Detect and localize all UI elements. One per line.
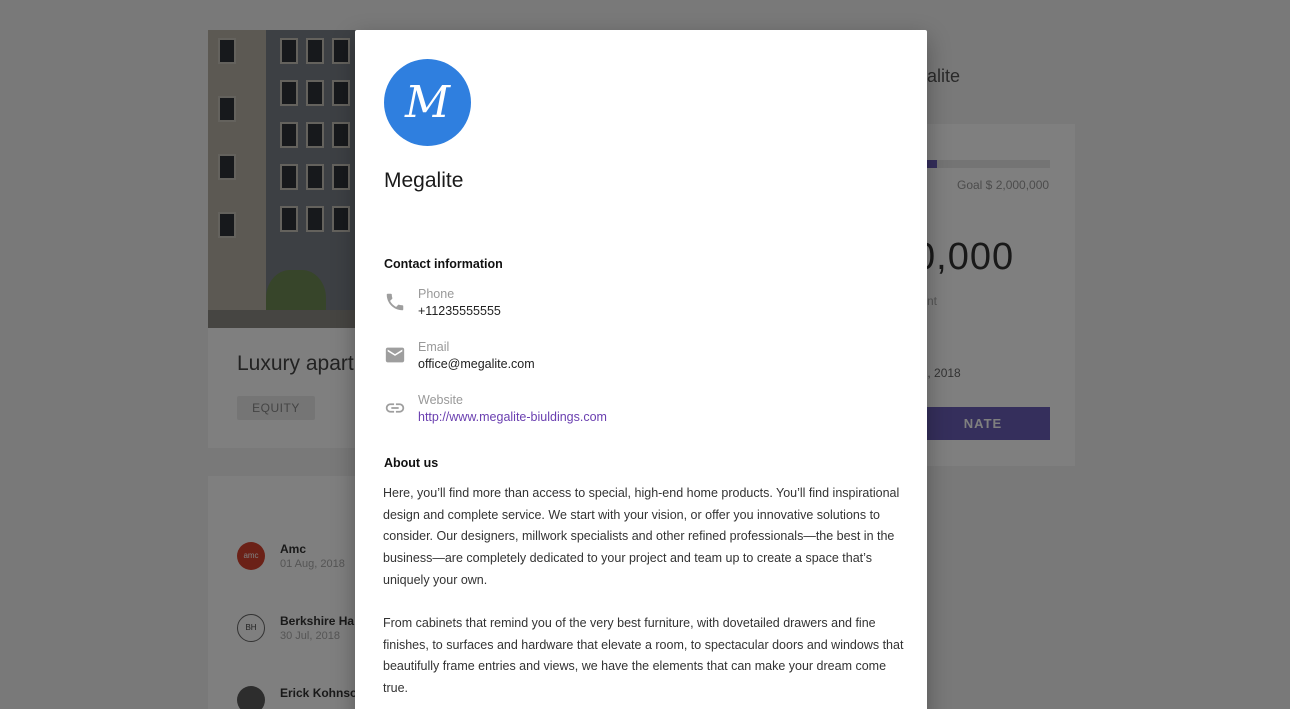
- website-label: Website: [418, 393, 463, 407]
- phone-label: Phone: [418, 287, 455, 301]
- contact-information-title: Contact information: [384, 257, 503, 271]
- phone-icon: [384, 291, 406, 313]
- phone-value: +11235555555: [418, 304, 501, 318]
- email-label: Email: [418, 340, 450, 354]
- link-icon: [384, 397, 406, 419]
- company-name: Megalite: [384, 169, 464, 192]
- about-paragraph: From cabinets that remind you of the ver…: [383, 616, 904, 696]
- email-value: office@megalite.com: [418, 357, 535, 371]
- website-link[interactable]: http://www.megalite-biuldings.com: [418, 410, 607, 424]
- email-icon: [384, 344, 406, 366]
- contact-website: Website http://www.megalite-biuldings.co…: [384, 393, 884, 433]
- about-paragraph: Here, you’ll find more than access to sp…: [383, 486, 900, 587]
- company-profile-modal: M Megalite Contact information Phone +11…: [355, 30, 927, 709]
- about-us-title: About us: [384, 456, 439, 470]
- company-logo: M: [384, 59, 471, 146]
- contact-phone: Phone +11235555555: [384, 287, 884, 327]
- contact-email: Email office@megalite.com: [384, 340, 884, 380]
